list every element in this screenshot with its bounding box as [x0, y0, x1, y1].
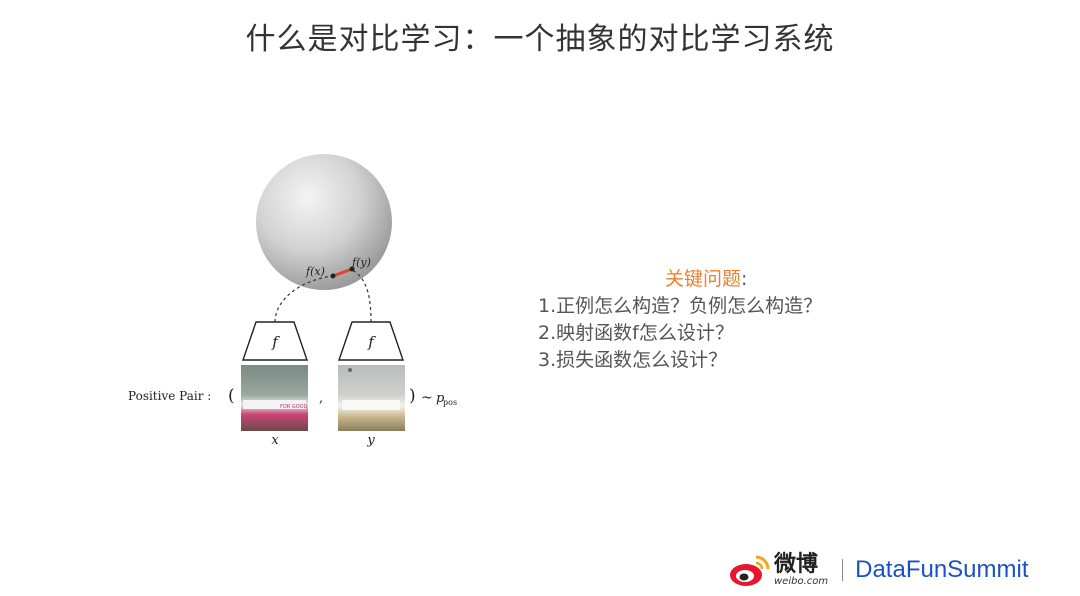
- footer: 微博 weibo.com DataFunSummit: [728, 548, 1068, 592]
- key-questions-colon: :: [741, 268, 748, 290]
- tilde: ~: [421, 390, 433, 406]
- key-question-item: 2.映射函数f怎么设计？: [538, 322, 734, 344]
- embedding-point-fx: [330, 273, 336, 279]
- key-questions: 关键问题: 1.正例怎么构造？负例怎么构造？ 2.映射函数f怎么设计？ 3.损失…: [538, 266, 898, 374]
- key-question-item: 1.正例怎么构造？负例怎么构造？: [538, 295, 823, 317]
- pos-subscript: pos: [443, 398, 457, 407]
- comma: ,: [319, 391, 323, 406]
- weibo-domain: weibo.com: [774, 575, 829, 587]
- weibo-wordmark: 微博: [774, 551, 819, 577]
- brand-logo: DataFunSummit: [855, 556, 1029, 583]
- fy-label: f(y): [351, 256, 371, 269]
- image-y: [338, 365, 405, 431]
- key-questions-heading: 关键问题: [665, 268, 742, 290]
- key-questions-title: 关键问题:: [538, 266, 898, 293]
- weibo-icon: [730, 555, 770, 586]
- key-question-item: 3.损失函数怎么设计？: [538, 349, 728, 371]
- open-paren: (: [228, 386, 235, 406]
- image-x-text: FOR GOOD: [280, 404, 308, 410]
- fx-label: f(x): [305, 265, 325, 278]
- footer-separator: [842, 559, 844, 581]
- x-label: x: [271, 433, 279, 448]
- positive-pair-label: Positive Pair :: [128, 389, 211, 403]
- y-label: y: [366, 433, 375, 448]
- close-paren: ): [409, 386, 416, 406]
- image-x: FOR GOOD: [241, 365, 308, 431]
